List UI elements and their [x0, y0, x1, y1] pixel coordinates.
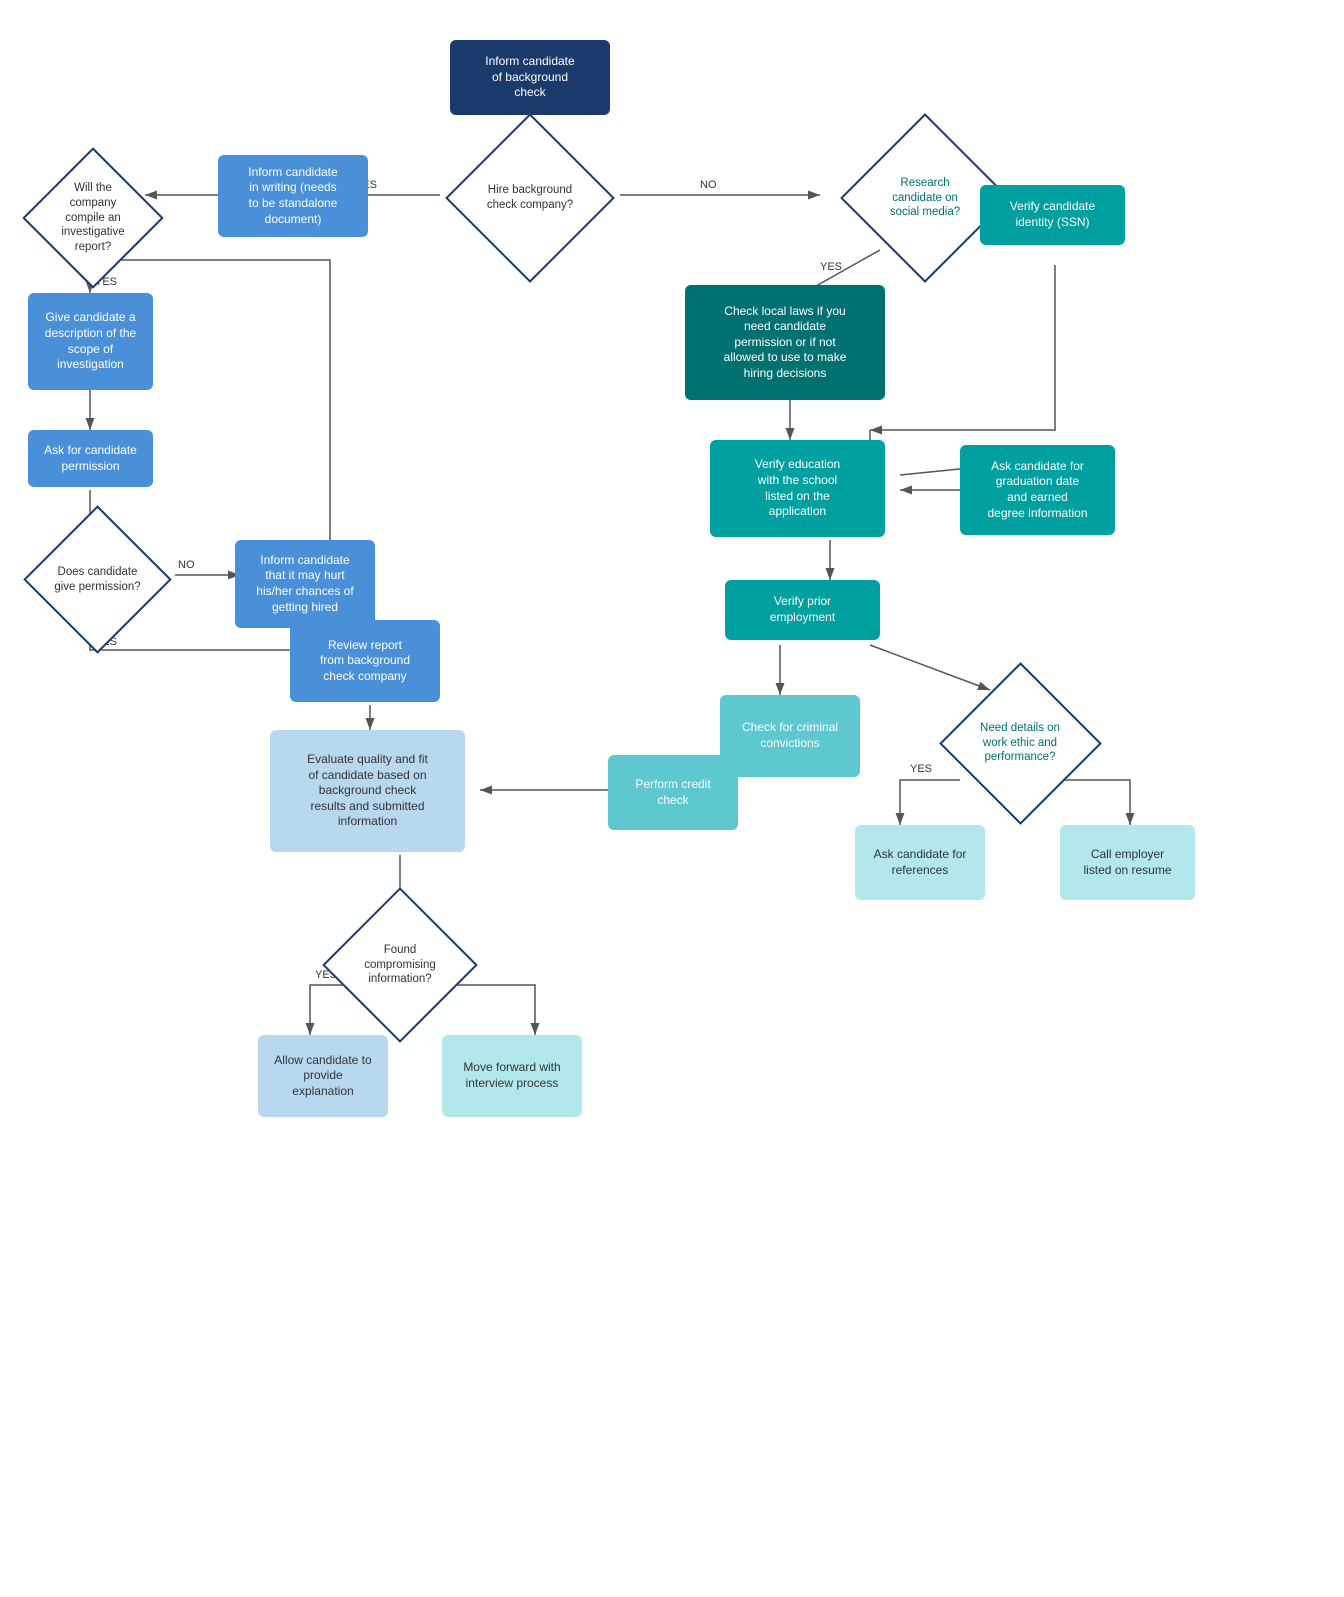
svg-text:YES: YES: [820, 261, 842, 273]
svg-text:NO: NO: [178, 559, 195, 571]
node-ask-graduation: Ask candidate for graduation date and ea…: [960, 445, 1115, 535]
node-inform-candidate: Inform candidate of background check: [450, 40, 610, 115]
node-check-criminal: Check for criminal convictions: [720, 695, 860, 777]
node-will-compile: Will the company compile an investigativ…: [28, 153, 158, 283]
node-verify-identity: Verify candidate identity (SSN): [980, 185, 1125, 245]
node-check-local-laws: Check local laws if you need candidate p…: [685, 285, 885, 400]
node-does-candidate-give: Does candidate give permission?: [20, 522, 175, 637]
flowchart: NO YES YES NO NO YES YES: [0, 0, 1344, 1597]
node-inform-writing: Inform candidate in writing (needs to be…: [218, 155, 368, 237]
node-found-compromising: Found compromising information?: [320, 900, 480, 1030]
node-allow-candidate: Allow candidate to provide explanation: [258, 1035, 388, 1117]
node-ask-references: Ask candidate for references: [855, 825, 985, 900]
node-move-forward: Move forward with interview process: [442, 1035, 582, 1117]
node-give-description: Give candidate a description of the scop…: [28, 293, 153, 390]
svg-text:NO: NO: [700, 179, 717, 191]
node-ask-permission: Ask for candidate permission: [28, 430, 153, 487]
node-inform-hurt: Inform candidate that it may hurt his/he…: [235, 540, 375, 628]
node-perform-credit: Perform credit check: [608, 755, 738, 830]
node-verify-employment: Verify prior employment: [725, 580, 880, 640]
node-call-employer: Call employer listed on resume: [1060, 825, 1195, 900]
node-review-report: Review report from background check comp…: [290, 620, 440, 702]
node-evaluate-quality: Evaluate quality and fit of candidate ba…: [270, 730, 465, 852]
node-hire-bg-company: Hire background check company?: [420, 153, 640, 243]
node-need-details: Need details on work ethic and performan…: [920, 678, 1120, 808]
node-verify-education: Verify education with the school listed …: [710, 440, 885, 537]
